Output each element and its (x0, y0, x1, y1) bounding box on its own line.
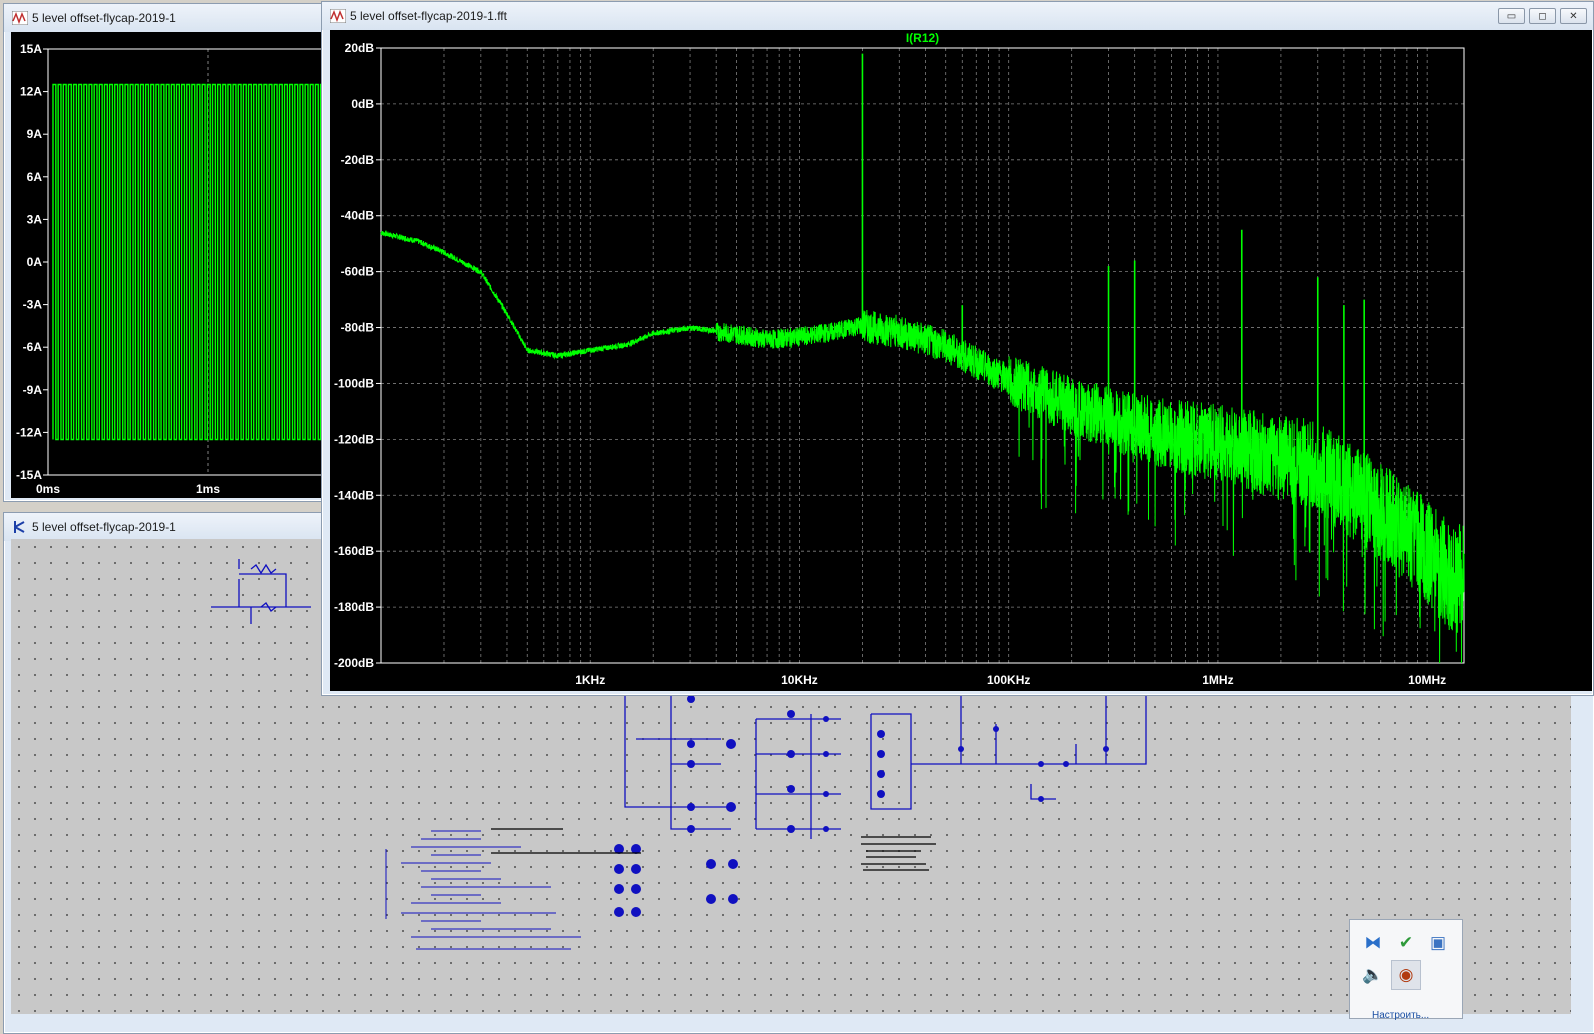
y-tick-label: 6A (27, 170, 43, 184)
x-tick-label: 1MHz (1202, 673, 1233, 687)
minimize-button[interactable]: ▭ (1498, 8, 1525, 24)
customize-link[interactable]: Настроить... (1372, 1010, 1429, 1021)
time-trace (52, 83, 335, 441)
y-tick-label: -80dB (341, 321, 375, 335)
y-tick-label: -3A (23, 298, 43, 312)
fft-plot-window[interactable]: 5 level offset-flycap-2019-1.fft ▭ ◻ ✕ 2… (321, 1, 1594, 696)
y-tick-label: 9A (27, 127, 43, 141)
eye-icon[interactable]: ◉ (1391, 960, 1421, 990)
y-tick-label: -40dB (341, 209, 375, 223)
time-plot-title: 5 level offset-flycap-2019-1 (32, 11, 176, 25)
maximize-button[interactable]: ◻ (1529, 8, 1556, 24)
time-plot-titlebar[interactable]: 5 level offset-flycap-2019-1 (4, 4, 334, 32)
y-tick-label: 0dB (351, 97, 374, 111)
x-tick-label: 10KHz (781, 673, 818, 687)
y-tick-label: 0A (27, 255, 43, 269)
schematic-icon (14, 521, 25, 533)
display-icon[interactable]: ▣ (1427, 932, 1449, 954)
y-tick-label: -140dB (334, 488, 374, 502)
y-tick-label: 12A (20, 85, 42, 99)
time-plot-svg[interactable]: 15A 12A 9A 6A 3A 0A -3A -6A -9A -12A -15A0ms 1ms (11, 32, 337, 498)
tray-overflow-popup: ⧓ ✔ ▣ 🔈 ◉ Настроить... (1349, 919, 1463, 1021)
fft-plot-titlebar[interactable]: 5 level offset-flycap-2019-1.fft ▭ ◻ ✕ (322, 2, 1593, 30)
y-tick-label: -160dB (334, 544, 374, 558)
y-tick-label: -120dB (334, 432, 374, 446)
trace-label: I(R12) (906, 31, 939, 45)
fft-plot-area[interactable]: 20dB 0dB -20dB -40dB -60dB -80dB -100dB -120dB -… (330, 30, 1592, 691)
time-plot-window[interactable]: 5 level offset-flycap-2019-1 15A 12A 9A 6A 3… (3, 3, 337, 502)
y-tick-label: -12A (16, 425, 42, 439)
y-tick-label: -20dB (341, 153, 375, 167)
x-tick-label: 10MHz (1408, 673, 1446, 687)
waveform-icon (330, 9, 346, 23)
time-plot-area[interactable]: 15A 12A 9A 6A 3A 0A -3A -6A -9A -12A -15A 0ms 1ms (11, 32, 337, 498)
y-tick-label: -6A (23, 340, 43, 354)
y-tick-label: 15A (20, 42, 42, 56)
safely-remove-icon[interactable]: ✔ (1395, 932, 1417, 954)
waveform-icon (12, 11, 28, 25)
volume-icon[interactable]: 🔈 (1362, 964, 1384, 986)
network-icon[interactable]: ⧓ (1362, 932, 1384, 954)
y-tick-label: -15A (16, 468, 42, 482)
fft-plot-svg[interactable]: 20dB 0dB -20dB -40dB -60dB -80dB -100dB -120dB -… (330, 30, 1570, 691)
y-tick-label: -200dB (334, 656, 374, 670)
schematic-title: 5 level offset-flycap-2019-1 (32, 520, 176, 534)
fft-plot-title: 5 level offset-flycap-2019-1.fft (350, 9, 507, 23)
x-tick-label: 1KHz (575, 673, 605, 687)
x-tick-label: 0ms (36, 482, 60, 496)
close-button[interactable]: ✕ (1560, 8, 1587, 24)
y-tick-label: 20dB (345, 41, 375, 55)
y-tick-label: -60dB (341, 265, 375, 279)
y-tick-label: -9A (23, 383, 43, 397)
y-tick-label: -180dB (334, 600, 374, 614)
y-tick-label: 3A (27, 212, 43, 226)
y-tick-label: -100dB (334, 376, 374, 390)
x-tick-label: 1ms (196, 482, 220, 496)
x-tick-label: 100KHz (987, 673, 1030, 687)
